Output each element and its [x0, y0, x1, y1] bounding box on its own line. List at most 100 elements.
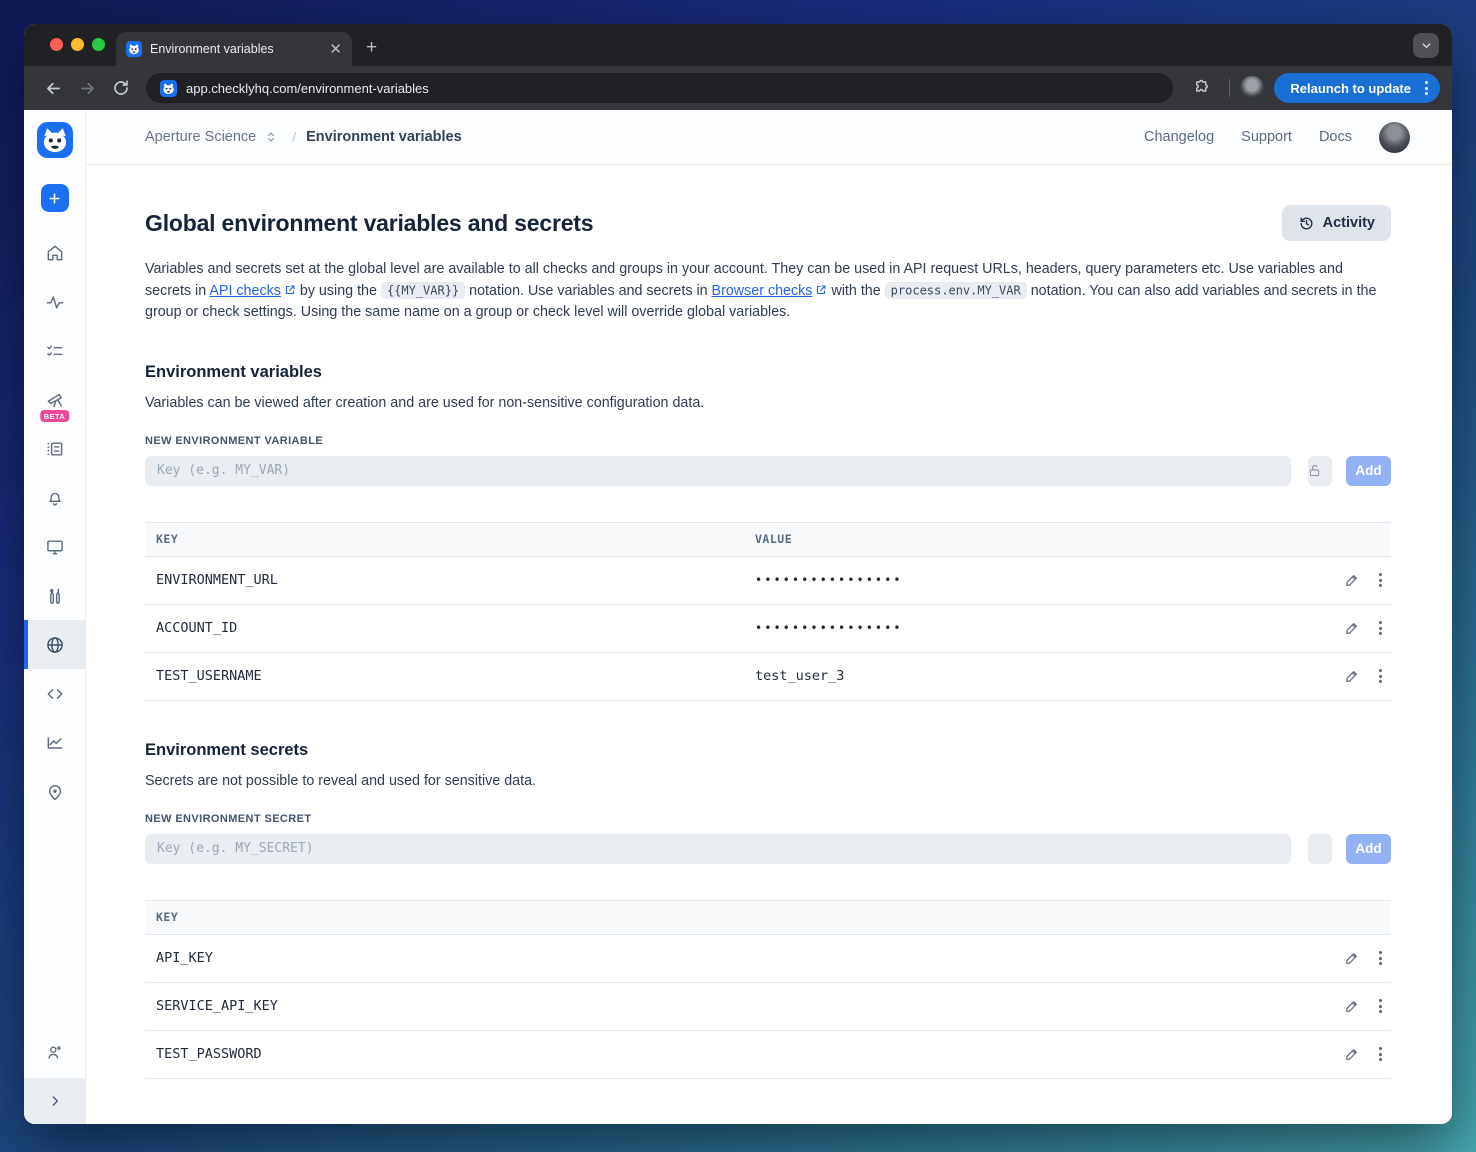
- page-intro: Variables and secrets set at the global …: [145, 259, 1391, 324]
- tab-title: Environment variables: [150, 42, 274, 56]
- secret-key: API_KEY: [156, 950, 213, 966]
- changelog-link[interactable]: Changelog: [1144, 129, 1214, 145]
- checkly-logo[interactable]: [36, 122, 73, 158]
- extensions-puzzle-icon[interactable]: [1185, 71, 1219, 105]
- add-variable-button[interactable]: Add: [1346, 455, 1391, 486]
- variable-key: TEST_USERNAME: [156, 668, 262, 684]
- api-checks-link[interactable]: API checks: [209, 283, 281, 299]
- secret-key-input[interactable]: [145, 833, 1292, 864]
- table-row: TEST_USERNAME test_user_3: [145, 653, 1391, 701]
- add-secret-button[interactable]: Add: [1346, 833, 1391, 864]
- lock-open-icon[interactable]: [1307, 463, 1322, 478]
- edit-pencil-icon[interactable]: [1344, 950, 1360, 966]
- edit-pencil-icon[interactable]: [1344, 572, 1360, 588]
- sidebar-item-analytics[interactable]: [24, 718, 85, 767]
- docs-link[interactable]: Docs: [1319, 129, 1352, 145]
- invite-user-button[interactable]: [24, 1026, 85, 1078]
- sidebar-item-home[interactable]: [24, 228, 85, 277]
- browser-tab[interactable]: Environment variables ✕: [116, 32, 352, 66]
- intro-text: with the: [827, 282, 885, 299]
- url-bar[interactable]: app.checklyhq.com/environment-variables: [146, 73, 1174, 103]
- row-kebab-icon[interactable]: [1379, 1047, 1382, 1061]
- table-row: ENVIRONMENT_URL ••••••••••••••••: [145, 557, 1391, 605]
- row-kebab-icon[interactable]: [1379, 621, 1382, 635]
- new-secret-form: Add: [145, 833, 1391, 864]
- new-variable-form: Add: [145, 455, 1391, 486]
- url-text: app.checklyhq.com/environment-variables: [186, 80, 429, 96]
- invite-user-icon: [48, 1045, 62, 1059]
- activity-label: Activity: [1322, 215, 1375, 231]
- external-link-icon: [284, 284, 296, 296]
- row-kebab-icon[interactable]: [1379, 573, 1382, 587]
- chart-trend-icon: [47, 736, 62, 749]
- sidebar-item-test-sessions[interactable]: [24, 326, 85, 375]
- toolbar-divider: [1229, 79, 1231, 97]
- variable-value: test_user_3: [755, 668, 845, 684]
- variables-table: KEY VALUE ENVIRONMENT_URL ••••••••••••••…: [145, 521, 1391, 701]
- row-kebab-icon[interactable]: [1379, 999, 1382, 1013]
- edit-pencil-icon[interactable]: [1344, 998, 1360, 1014]
- page-title: Global environment variables and secrets: [145, 209, 594, 236]
- create-new-button[interactable]: [40, 184, 69, 212]
- secrets-section-heading: Environment secrets: [145, 740, 309, 759]
- bell-icon: [48, 492, 61, 506]
- close-window-button[interactable]: [50, 38, 63, 51]
- secret-key: SERVICE_API_KEY: [156, 998, 278, 1014]
- code-chip-process-env: process.env.MY_VAR: [884, 282, 1027, 299]
- secret-value-input[interactable]: [1308, 833, 1333, 864]
- account-switcher-icon[interactable]: [264, 130, 278, 144]
- secrets-table-header: KEY: [145, 899, 1391, 935]
- browser-toolbar: app.checklyhq.com/environment-variables …: [24, 66, 1452, 110]
- user-avatar[interactable]: [1379, 121, 1410, 153]
- new-tab-button[interactable]: +: [366, 37, 377, 59]
- secrets-section-description: Secrets are not possible to reveal and u…: [145, 772, 537, 789]
- sidebar-nav: BETA: [24, 228, 85, 816]
- history-clock-icon: [1300, 217, 1313, 229]
- relaunch-menu-kebab-icon[interactable]: [1421, 81, 1432, 95]
- expand-sidebar-button[interactable]: [24, 1078, 85, 1124]
- relaunch-label: Relaunch to update: [1290, 80, 1411, 96]
- sidebar-item-explore-beta[interactable]: BETA: [24, 375, 85, 424]
- back-button[interactable]: [36, 71, 70, 105]
- home-icon: [47, 245, 62, 260]
- variable-key-input[interactable]: [145, 455, 1292, 486]
- sidebar-item-environment-variables[interactable]: [24, 620, 85, 669]
- masked-value: ••••••••••••••••: [755, 573, 903, 587]
- row-kebab-icon[interactable]: [1379, 951, 1382, 965]
- row-kebab-icon[interactable]: [1379, 669, 1382, 683]
- pulse-icon: [46, 295, 63, 309]
- edit-pencil-icon[interactable]: [1344, 620, 1360, 636]
- sidebar-item-snippets[interactable]: [24, 669, 85, 718]
- variables-section-heading: Environment variables: [145, 362, 322, 381]
- reload-button[interactable]: [104, 71, 138, 105]
- edit-pencil-icon[interactable]: [1344, 1046, 1360, 1062]
- sidebar-item-dashboards[interactable]: [24, 522, 85, 571]
- table-row: SERVICE_API_KEY: [145, 983, 1391, 1031]
- edit-pencil-icon[interactable]: [1344, 668, 1360, 684]
- sidebar-item-alerts[interactable]: [24, 473, 85, 522]
- minimize-window-button[interactable]: [71, 38, 84, 51]
- beta-badge: BETA: [39, 410, 70, 422]
- tab-search-chevron-icon[interactable]: [1413, 33, 1439, 58]
- browser-checks-link[interactable]: Browser checks: [712, 283, 813, 299]
- breadcrumb-account[interactable]: Aperture Science: [145, 129, 256, 145]
- support-link[interactable]: Support: [1241, 129, 1292, 145]
- checkly-favicon-icon: [126, 41, 142, 57]
- relaunch-to-update-button[interactable]: Relaunch to update: [1274, 73, 1440, 103]
- sidebar-item-logs[interactable]: [24, 424, 85, 473]
- table-row: API_KEY: [145, 935, 1391, 983]
- sidebar-item-locations[interactable]: [24, 767, 85, 816]
- forward-button[interactable]: [70, 71, 104, 105]
- secrets-table: KEY API_KEY SERVICE_API_KEY TEST_PASSWOR…: [145, 899, 1391, 1079]
- browser-profile-avatar[interactable]: [1240, 76, 1265, 100]
- sidebar-item-checks[interactable]: [24, 277, 85, 326]
- key-column-header: KEY: [156, 532, 179, 546]
- app-header: Aperture Science / Environment variables…: [86, 110, 1452, 165]
- telescope-icon: [47, 393, 62, 407]
- sidebar-item-maintenance[interactable]: [24, 571, 85, 620]
- activity-button[interactable]: Activity: [1281, 205, 1391, 241]
- table-row: ACCOUNT_ID ••••••••••••••••: [145, 605, 1391, 653]
- tab-close-icon[interactable]: ✕: [329, 42, 342, 57]
- chevron-right-icon: [52, 1096, 58, 1106]
- zoom-window-button[interactable]: [92, 38, 105, 51]
